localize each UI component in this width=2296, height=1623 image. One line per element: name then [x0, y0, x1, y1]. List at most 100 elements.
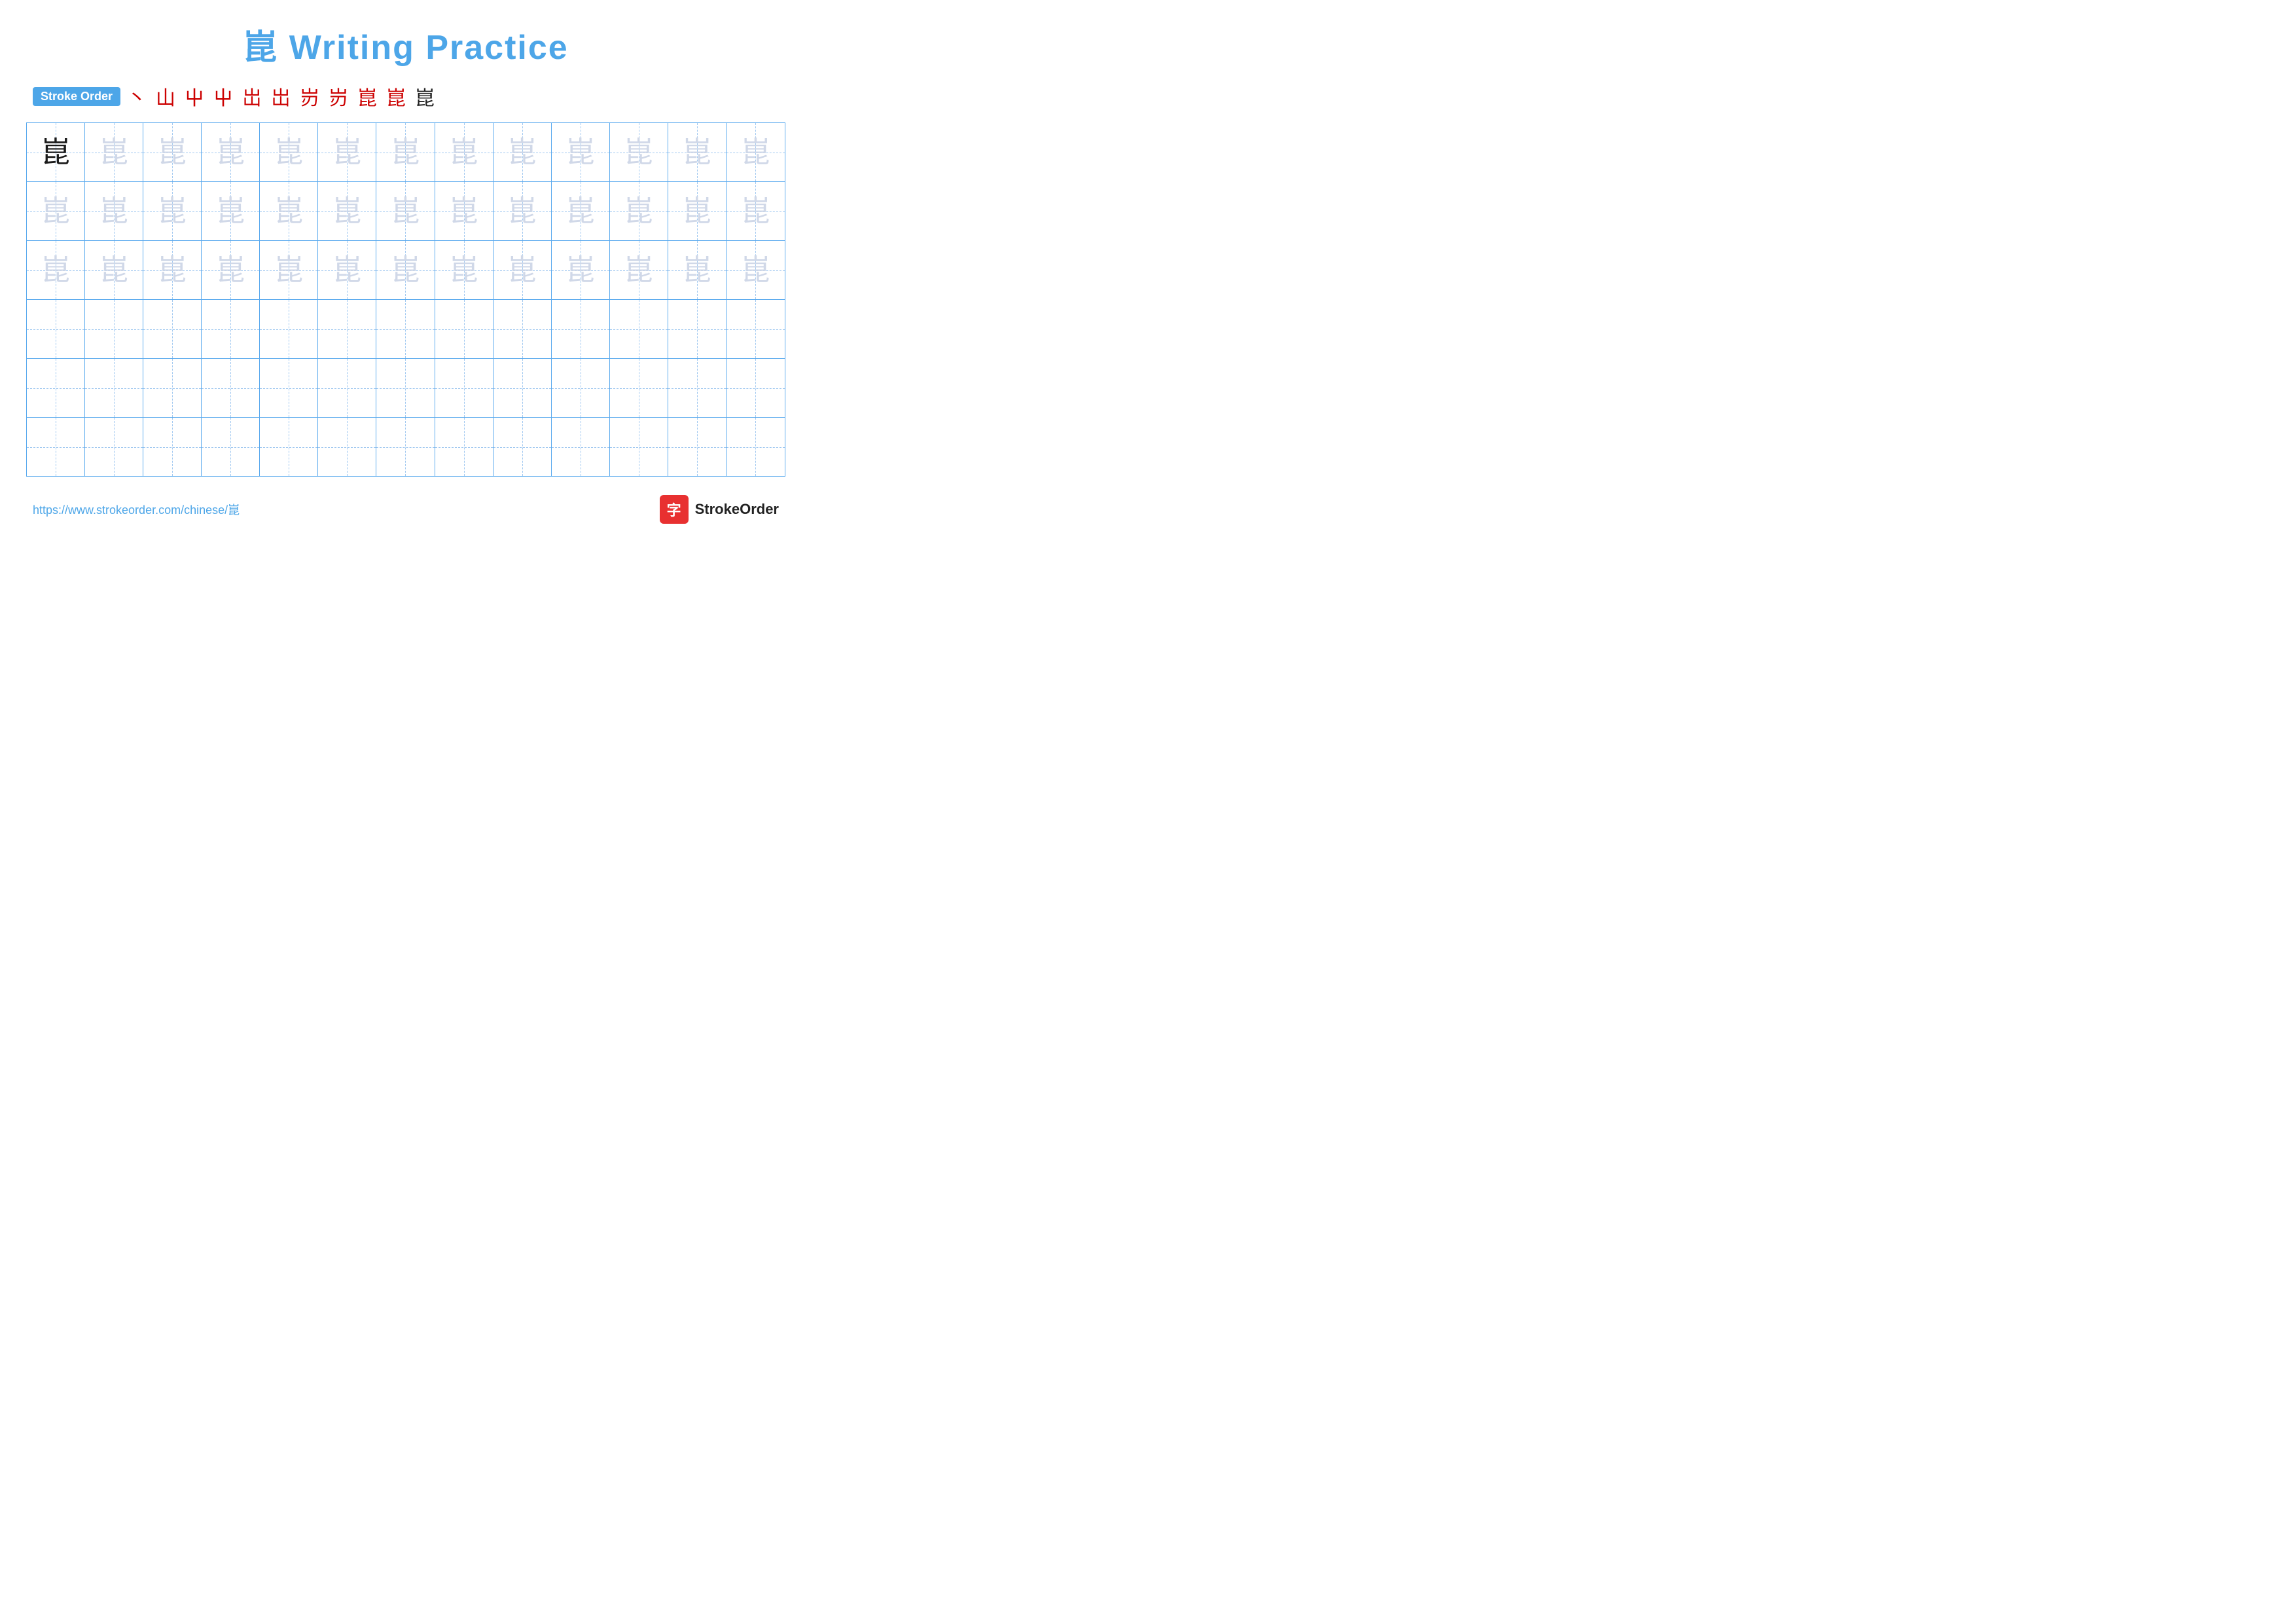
- grid-cell-2-11[interactable]: 崑: [668, 241, 726, 299]
- cell-character: 崑: [624, 197, 653, 226]
- grid-row-0: 崑崑崑崑崑崑崑崑崑崑崑崑崑: [27, 123, 785, 182]
- grid-cell-0-2[interactable]: 崑: [143, 123, 202, 181]
- grid-cell-5-5[interactable]: [318, 418, 376, 476]
- grid-cell-3-4[interactable]: [260, 300, 318, 358]
- stroke-chars: 丶山屮屮岀岀岃岃崑崑崑: [127, 82, 435, 111]
- grid-cell-2-8[interactable]: 崑: [493, 241, 552, 299]
- footer-url[interactable]: https://www.strokeorder.com/chinese/崑: [33, 501, 240, 518]
- grid-cell-1-5[interactable]: 崑: [318, 182, 376, 240]
- grid-cell-2-2[interactable]: 崑: [143, 241, 202, 299]
- grid-cell-4-5[interactable]: [318, 359, 376, 417]
- grid-cell-3-10[interactable]: [610, 300, 668, 358]
- grid-cell-2-12[interactable]: 崑: [726, 241, 785, 299]
- grid-cell-1-6[interactable]: 崑: [376, 182, 435, 240]
- cell-character: 崑: [41, 138, 70, 167]
- grid-cell-2-3[interactable]: 崑: [202, 241, 260, 299]
- grid-cell-3-12[interactable]: [726, 300, 785, 358]
- grid-cell-5-0[interactable]: [27, 418, 85, 476]
- grid-cell-3-6[interactable]: [376, 300, 435, 358]
- cell-character: 崑: [332, 138, 361, 167]
- grid-cell-1-4[interactable]: 崑: [260, 182, 318, 240]
- grid-cell-3-1[interactable]: [85, 300, 143, 358]
- grid-cell-1-11[interactable]: 崑: [668, 182, 726, 240]
- grid-cell-0-5[interactable]: 崑: [318, 123, 376, 181]
- stroke-step-9: 崑: [386, 82, 406, 111]
- cell-character: 崑: [508, 138, 537, 167]
- grid-cell-2-1[interactable]: 崑: [85, 241, 143, 299]
- stroke-step-4: 岀: [242, 82, 262, 111]
- grid-cell-2-5[interactable]: 崑: [318, 241, 376, 299]
- grid-cell-0-8[interactable]: 崑: [493, 123, 552, 181]
- grid-cell-3-5[interactable]: [318, 300, 376, 358]
- grid-cell-0-6[interactable]: 崑: [376, 123, 435, 181]
- grid-cell-1-0[interactable]: 崑: [27, 182, 85, 240]
- grid-cell-3-11[interactable]: [668, 300, 726, 358]
- grid-cell-5-3[interactable]: [202, 418, 260, 476]
- grid-cell-0-4[interactable]: 崑: [260, 123, 318, 181]
- grid-cell-1-12[interactable]: 崑: [726, 182, 785, 240]
- grid-cell-4-8[interactable]: [493, 359, 552, 417]
- stroke-step-7: 岃: [329, 82, 348, 111]
- cell-character: 崑: [566, 138, 595, 167]
- cell-character: 崑: [391, 256, 420, 285]
- logo-icon: 字: [660, 495, 689, 524]
- grid-cell-2-7[interactable]: 崑: [435, 241, 493, 299]
- grid-cell-1-1[interactable]: 崑: [85, 182, 143, 240]
- grid-cell-4-12[interactable]: [726, 359, 785, 417]
- grid-cell-4-4[interactable]: [260, 359, 318, 417]
- grid-cell-0-11[interactable]: 崑: [668, 123, 726, 181]
- cell-character: 崑: [450, 197, 478, 226]
- grid-cell-5-4[interactable]: [260, 418, 318, 476]
- grid-cell-2-10[interactable]: 崑: [610, 241, 668, 299]
- grid-row-4: [27, 359, 785, 418]
- grid-cell-4-7[interactable]: [435, 359, 493, 417]
- grid-cell-0-1[interactable]: 崑: [85, 123, 143, 181]
- grid-cell-5-10[interactable]: [610, 418, 668, 476]
- grid-cell-2-4[interactable]: 崑: [260, 241, 318, 299]
- grid-cell-0-12[interactable]: 崑: [726, 123, 785, 181]
- page-title: 崑 Writing Practice: [26, 20, 785, 69]
- grid-cell-0-3[interactable]: 崑: [202, 123, 260, 181]
- grid-cell-4-10[interactable]: [610, 359, 668, 417]
- grid-cell-4-0[interactable]: [27, 359, 85, 417]
- grid-cell-1-2[interactable]: 崑: [143, 182, 202, 240]
- stroke-step-6: 岃: [300, 82, 319, 111]
- grid-cell-3-7[interactable]: [435, 300, 493, 358]
- grid-row-2: 崑崑崑崑崑崑崑崑崑崑崑崑崑: [27, 241, 785, 300]
- grid-cell-5-6[interactable]: [376, 418, 435, 476]
- grid-cell-5-7[interactable]: [435, 418, 493, 476]
- grid-cell-3-0[interactable]: [27, 300, 85, 358]
- cell-character: 崑: [99, 197, 128, 226]
- grid-cell-3-2[interactable]: [143, 300, 202, 358]
- grid-cell-3-3[interactable]: [202, 300, 260, 358]
- grid-cell-1-8[interactable]: 崑: [493, 182, 552, 240]
- grid-cell-5-8[interactable]: [493, 418, 552, 476]
- grid-cell-0-10[interactable]: 崑: [610, 123, 668, 181]
- grid-cell-2-6[interactable]: 崑: [376, 241, 435, 299]
- grid-cell-5-9[interactable]: [552, 418, 610, 476]
- grid-cell-0-0[interactable]: 崑: [27, 123, 85, 181]
- grid-cell-1-3[interactable]: 崑: [202, 182, 260, 240]
- grid-cell-1-9[interactable]: 崑: [552, 182, 610, 240]
- grid-cell-4-6[interactable]: [376, 359, 435, 417]
- grid-cell-2-9[interactable]: 崑: [552, 241, 610, 299]
- grid-cell-5-11[interactable]: [668, 418, 726, 476]
- grid-cell-4-3[interactable]: [202, 359, 260, 417]
- grid-cell-1-10[interactable]: 崑: [610, 182, 668, 240]
- grid-cell-2-0[interactable]: 崑: [27, 241, 85, 299]
- grid-cell-5-1[interactable]: [85, 418, 143, 476]
- grid-cell-0-7[interactable]: 崑: [435, 123, 493, 181]
- grid-cell-0-9[interactable]: 崑: [552, 123, 610, 181]
- grid-cell-3-9[interactable]: [552, 300, 610, 358]
- grid-cell-3-8[interactable]: [493, 300, 552, 358]
- grid-cell-4-9[interactable]: [552, 359, 610, 417]
- practice-grid: 崑崑崑崑崑崑崑崑崑崑崑崑崑崑崑崑崑崑崑崑崑崑崑崑崑崑崑崑崑崑崑崑崑崑崑崑崑崑崑: [26, 122, 785, 477]
- grid-cell-1-7[interactable]: 崑: [435, 182, 493, 240]
- cell-character: 崑: [41, 197, 70, 226]
- grid-cell-5-2[interactable]: [143, 418, 202, 476]
- grid-cell-4-11[interactable]: [668, 359, 726, 417]
- grid-cell-4-1[interactable]: [85, 359, 143, 417]
- grid-cell-4-2[interactable]: [143, 359, 202, 417]
- cell-character: 崑: [624, 138, 653, 167]
- grid-cell-5-12[interactable]: [726, 418, 785, 476]
